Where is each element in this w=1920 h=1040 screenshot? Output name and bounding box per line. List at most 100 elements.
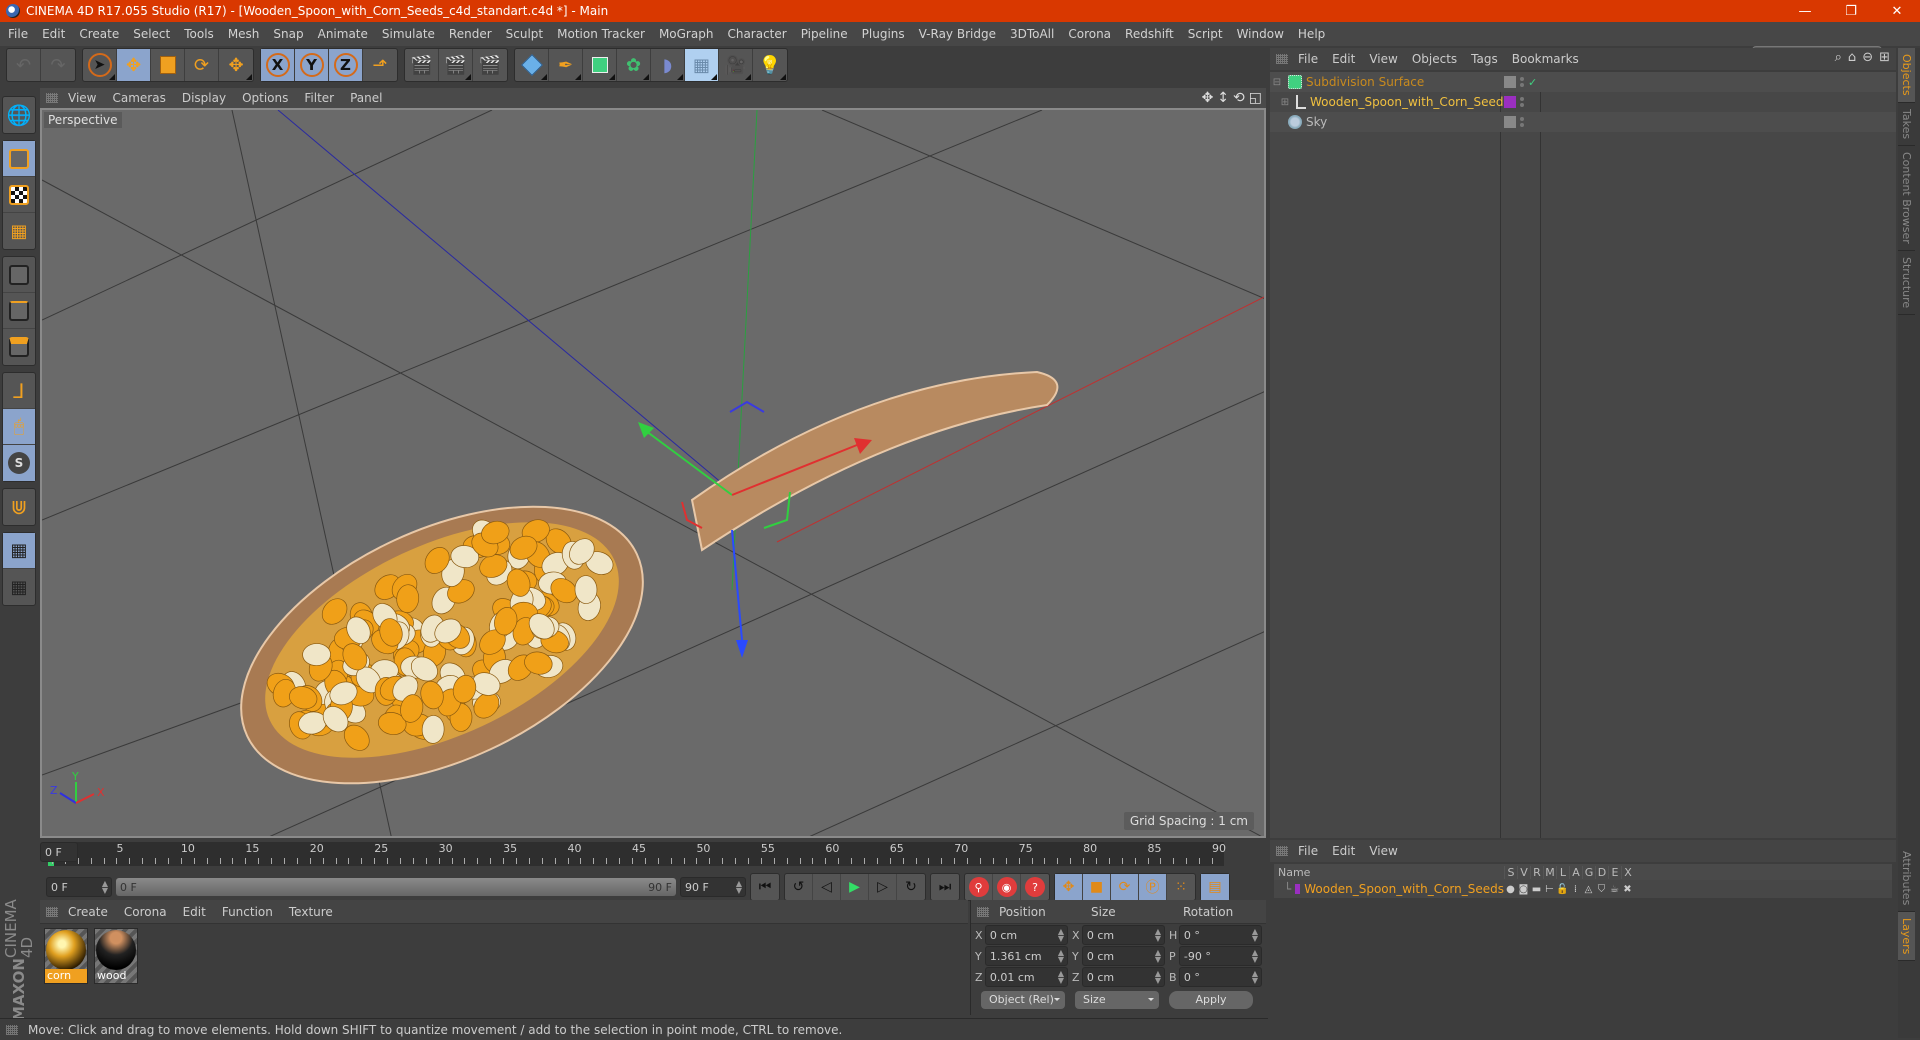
tweak-mode-icon[interactable]: 🖱 bbox=[3, 409, 35, 445]
enabled-check-icon[interactable]: ✓ bbox=[1528, 76, 1537, 89]
key-parameter-icon[interactable]: Ⓟ bbox=[1139, 874, 1167, 900]
undo-icon[interactable]: ↶ bbox=[7, 49, 41, 81]
layer-tag[interactable] bbox=[1504, 96, 1516, 108]
menu-help[interactable]: Help bbox=[1298, 27, 1325, 41]
viewport-menu-options[interactable]: Options bbox=[242, 91, 288, 105]
solo-toggle-icon[interactable]: ● bbox=[1504, 884, 1517, 895]
layer-color-swatch[interactable] bbox=[1295, 884, 1301, 894]
z-axis-lock-icon[interactable]: Z bbox=[329, 49, 363, 81]
coordinate-mode-dropdown[interactable]: Object (Rel) bbox=[981, 991, 1065, 1009]
layers-menu-view[interactable]: View bbox=[1369, 844, 1397, 858]
menu-simulate[interactable]: Simulate bbox=[382, 27, 435, 41]
manager-toggle-icon[interactable]: ⊢ bbox=[1543, 884, 1556, 895]
object-row-sky[interactable]: Sky bbox=[1270, 112, 1896, 132]
rotation-b-field[interactable]: 0 ° ▲ ▼ bbox=[1178, 967, 1262, 987]
material-wood[interactable]: wood bbox=[94, 928, 138, 984]
menu-tools[interactable]: Tools bbox=[184, 27, 214, 41]
make-editable-icon[interactable]: 🌐 bbox=[3, 97, 35, 133]
gizmo-z-arrow[interactable] bbox=[736, 640, 748, 658]
objects-menu-tags[interactable]: Tags bbox=[1471, 52, 1498, 66]
menu-select[interactable]: Select bbox=[133, 27, 170, 41]
workplane-mode-icon[interactable]: ▦ bbox=[3, 213, 35, 249]
polygons-mode-icon[interactable] bbox=[3, 329, 35, 365]
menu-window[interactable]: Window bbox=[1237, 27, 1284, 41]
world-coordinate-icon[interactable]: ⬏ bbox=[363, 49, 397, 81]
position-z-field[interactable]: 0.01 cm ▲ ▼ bbox=[984, 967, 1068, 987]
previous-frame-icon[interactable]: ◁ bbox=[813, 874, 841, 900]
home-icon[interactable]: ⌂ bbox=[1848, 50, 1856, 65]
layers-menu-file[interactable]: File bbox=[1298, 844, 1318, 858]
dolly-view-icon[interactable]: ↕ bbox=[1217, 90, 1229, 106]
link-icon[interactable]: ⊖ bbox=[1862, 50, 1873, 65]
minimize-button[interactable]: — bbox=[1782, 0, 1828, 22]
viewport-menu-cameras[interactable]: Cameras bbox=[112, 91, 165, 105]
material-menu-create[interactable]: Create bbox=[68, 905, 108, 919]
model-mode-icon[interactable] bbox=[3, 141, 35, 177]
menu-redshift[interactable]: Redshift bbox=[1125, 27, 1174, 41]
visibility-dots[interactable] bbox=[1520, 77, 1524, 87]
toggle-view-icon[interactable]: ◱ bbox=[1249, 90, 1262, 106]
floor-icon[interactable]: ▦ bbox=[685, 49, 719, 81]
menu-file[interactable]: File bbox=[8, 27, 28, 41]
col-manager[interactable]: M bbox=[1543, 865, 1556, 879]
next-frame-icon[interactable]: ▷ bbox=[869, 874, 897, 900]
viewport-menu-view[interactable]: View bbox=[68, 91, 96, 105]
current-frame-field[interactable]: 0 F bbox=[40, 842, 78, 862]
previous-key-icon[interactable]: ↺ bbox=[785, 874, 813, 900]
start-frame-field[interactable]: 0 F ▲ ▼ bbox=[46, 877, 112, 897]
menu-animate[interactable]: Animate bbox=[318, 27, 368, 41]
solo-mode-icon[interactable]: S bbox=[3, 445, 35, 481]
position-x-field[interactable]: 0 cm ▲ ▼ bbox=[984, 925, 1068, 945]
render-view-icon[interactable]: 🎬 bbox=[405, 49, 439, 81]
tab-structure[interactable]: Structure bbox=[1898, 251, 1915, 315]
menu-mograph[interactable]: MoGraph bbox=[659, 27, 714, 41]
size-z-field[interactable]: 0 cm ▲ ▼ bbox=[1081, 967, 1165, 987]
expressions-toggle-icon[interactable]: ☕ bbox=[1608, 884, 1621, 895]
panel-grip[interactable] bbox=[977, 906, 989, 917]
timeline-ruler[interactable]: 051015202530354045505560657075808590 bbox=[48, 842, 1226, 866]
rotation-h-field[interactable]: 0 ° ▲ ▼ bbox=[1178, 925, 1262, 945]
material-menu-texture[interactable]: Texture bbox=[289, 905, 333, 919]
select-icon[interactable]: ➤ bbox=[83, 49, 117, 81]
render-settings-icon[interactable]: 🎬 bbox=[473, 49, 507, 81]
tab-layers[interactable]: Layers bbox=[1898, 912, 1915, 962]
key-rotation-icon[interactable]: ⟳ bbox=[1111, 874, 1139, 900]
menu-pipeline[interactable]: Pipeline bbox=[801, 27, 848, 41]
col-deformers[interactable]: D bbox=[1595, 865, 1608, 879]
objects-menu-view[interactable]: View bbox=[1369, 52, 1397, 66]
axis-mode-icon[interactable]: ⅃ bbox=[3, 373, 35, 409]
lock-toggle-icon[interactable]: 🔓 bbox=[1556, 884, 1569, 895]
menu-create[interactable]: Create bbox=[79, 27, 119, 41]
camera-icon[interactable]: 🎥 bbox=[719, 49, 753, 81]
position-y-field[interactable]: 1.361 cm ▲ ▼ bbox=[984, 946, 1068, 966]
menu-snap[interactable]: Snap bbox=[273, 27, 303, 41]
key-position-icon[interactable]: ✥ bbox=[1055, 874, 1083, 900]
size-y-field[interactable]: 0 cm ▲ ▼ bbox=[1081, 946, 1165, 966]
timeline-window-icon[interactable]: ▤ bbox=[1201, 874, 1229, 900]
menu-mesh[interactable]: Mesh bbox=[228, 27, 260, 41]
end-frame-field[interactable]: 90 F ▲ ▼ bbox=[680, 877, 746, 897]
rotate-icon[interactable]: ⟳ bbox=[185, 49, 219, 81]
orbit-view-icon[interactable]: ⟲ bbox=[1233, 90, 1245, 106]
move-alt-icon[interactable]: ✥ bbox=[219, 49, 253, 81]
x-axis-lock-icon[interactable]: X bbox=[261, 49, 295, 81]
object-row-subdivision-surface[interactable]: ⊟ Subdivision Surface ✓ bbox=[1270, 72, 1896, 92]
menu-character[interactable]: Character bbox=[727, 27, 786, 41]
new-panel-icon[interactable]: ⊞ bbox=[1879, 50, 1890, 65]
redo-icon[interactable]: ↷ bbox=[41, 49, 75, 81]
record-keys-icon[interactable]: ⚲ bbox=[965, 874, 993, 900]
viewport-menu-filter[interactable]: Filter bbox=[304, 91, 334, 105]
xref-toggle-icon[interactable]: ✖ bbox=[1621, 884, 1634, 895]
col-view[interactable]: V bbox=[1517, 865, 1530, 879]
scale-icon[interactable] bbox=[151, 49, 185, 81]
col-render[interactable]: R bbox=[1530, 865, 1543, 879]
deformers-toggle-icon[interactable]: ⛉ bbox=[1595, 884, 1608, 895]
render-toggle-icon[interactable]: ▬ bbox=[1530, 884, 1543, 895]
menu-render[interactable]: Render bbox=[449, 27, 492, 41]
tab-takes[interactable]: Takes bbox=[1898, 103, 1915, 146]
rotation-p-field[interactable]: -90 ° ▲ ▼ bbox=[1178, 946, 1262, 966]
col-solo[interactable]: S bbox=[1504, 865, 1517, 879]
deformer-icon[interactable]: ◗ bbox=[651, 49, 685, 81]
close-button[interactable]: ✕ bbox=[1874, 0, 1920, 22]
visibility-dots[interactable] bbox=[1520, 117, 1524, 127]
